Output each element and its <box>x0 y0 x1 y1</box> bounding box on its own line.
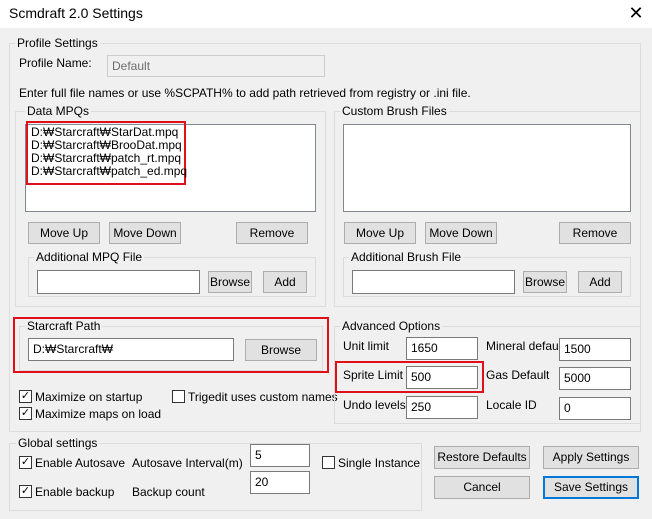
global-settings-label: Global settings <box>16 436 100 450</box>
unit-limit-input[interactable]: 1650 <box>406 337 478 360</box>
trigedit-custom-checkbox[interactable] <box>172 390 185 403</box>
mpq-move-down-button[interactable]: Move Down <box>109 222 181 244</box>
list-item[interactable]: D:₩Starcraft₩patch_ed.mpq <box>28 165 187 178</box>
profile-settings-label: Profile Settings <box>15 36 100 50</box>
apply-settings-button[interactable]: Apply Settings <box>543 446 639 469</box>
autosave-interval-label: Autosave Interval(m) <box>132 456 243 470</box>
enable-backup-checkbox[interactable]: ✓ <box>19 485 32 498</box>
brush-remove-button[interactable]: Remove <box>559 222 631 244</box>
locale-id-input[interactable]: 0 <box>559 397 631 420</box>
path-hint-text: Enter full file names or use %SCPATH% to… <box>19 86 471 100</box>
sprite-limit-label: Sprite Limit <box>343 368 404 382</box>
mpq-move-up-button[interactable]: Move Up <box>28 222 100 244</box>
custom-brush-label: Custom Brush Files <box>340 104 449 118</box>
unit-limit-label: Unit limit <box>343 339 390 353</box>
brush-move-up-button[interactable]: Move Up <box>344 222 416 244</box>
mpq-remove-button[interactable]: Remove <box>236 222 308 244</box>
enable-autosave-label: Enable Autosave <box>35 456 126 470</box>
close-icon[interactable]: ✕ <box>626 2 646 24</box>
backup-count-input[interactable]: 20 <box>250 471 310 494</box>
brush-browse-button[interactable]: Browse <box>523 271 567 293</box>
enable-autosave-checkbox[interactable]: ✓ <box>19 456 32 469</box>
maximize-maps-label: Maximize maps on load <box>35 407 162 421</box>
data-mpqs-label: Data MPQs <box>25 104 92 118</box>
undo-levels-label: Undo levels <box>343 398 406 412</box>
additional-brush-input[interactable] <box>352 270 515 294</box>
single-instance-checkbox[interactable] <box>322 456 335 469</box>
maximize-maps-checkbox[interactable]: ✓ <box>19 407 32 420</box>
maximize-startup-label: Maximize on startup <box>35 390 143 404</box>
custom-brush-list[interactable] <box>343 124 631 212</box>
profile-name-field[interactable]: Default <box>107 55 325 77</box>
gas-default-input[interactable]: 5000 <box>559 367 631 390</box>
gas-default-label: Gas Default <box>486 368 550 382</box>
locale-id-label: Locale ID <box>486 398 537 412</box>
starcraft-path-label: Starcraft Path <box>25 319 103 333</box>
undo-levels-input[interactable]: 250 <box>406 396 478 419</box>
mineral-default-label: Mineral default <box>486 339 565 353</box>
starcraft-path-input[interactable]: D:₩Starcraft₩ <box>28 338 234 361</box>
profile-name-label: Profile Name: <box>19 56 92 70</box>
additional-mpq-input[interactable] <box>37 270 200 294</box>
brush-add-button[interactable]: Add <box>578 271 622 293</box>
mineral-default-input[interactable]: 1500 <box>559 338 631 361</box>
maximize-startup-checkbox[interactable]: ✓ <box>19 390 32 403</box>
additional-mpq-label: Additional MPQ File <box>34 250 145 264</box>
brush-move-down-button[interactable]: Move Down <box>425 222 497 244</box>
starcraft-path-browse-button[interactable]: Browse <box>245 339 317 361</box>
window-title: Scmdraft 2.0 Settings <box>9 5 143 21</box>
restore-defaults-button[interactable]: Restore Defaults <box>434 446 530 469</box>
cancel-button[interactable]: Cancel <box>434 476 530 499</box>
trigedit-custom-label: Trigedit uses custom names <box>188 390 338 404</box>
single-instance-label: Single Instance <box>338 456 421 470</box>
save-settings-button[interactable]: Save Settings <box>543 476 639 499</box>
additional-brush-label: Additional Brush File <box>349 250 464 264</box>
backup-count-label: Backup count <box>132 485 205 499</box>
mpq-add-button[interactable]: Add <box>263 271 307 293</box>
global-settings-group <box>9 443 422 511</box>
autosave-interval-input[interactable]: 5 <box>250 444 310 467</box>
mpq-browse-button[interactable]: Browse <box>208 271 252 293</box>
enable-backup-label: Enable backup <box>35 485 115 499</box>
sprite-limit-input[interactable]: 500 <box>406 366 478 389</box>
advanced-options-label: Advanced Options <box>340 319 443 333</box>
